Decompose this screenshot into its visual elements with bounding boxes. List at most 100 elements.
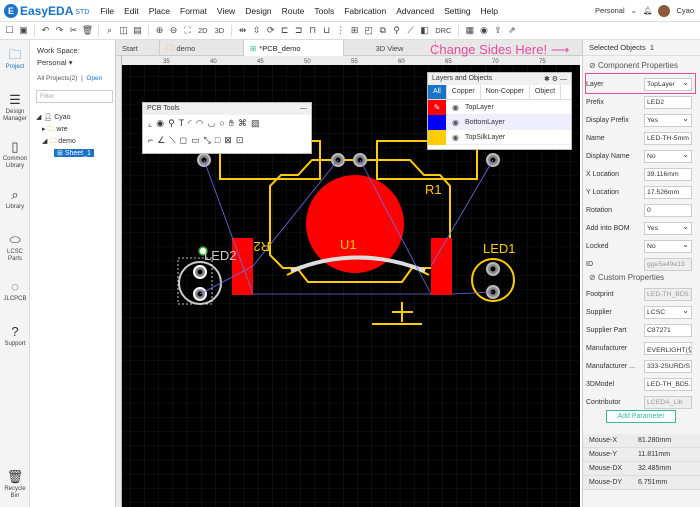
nav-lcsc-parts[interactable]: ⬭ LCSC Parts (0, 232, 30, 263)
measure-icon[interactable]: ⤡ (204, 135, 211, 146)
view-2d-button[interactable]: 2D (196, 25, 210, 36)
design-rule-icon[interactable]: ◫ (118, 25, 129, 36)
hole-icon[interactable]: ⊠ (224, 135, 232, 146)
delete-icon[interactable]: 🗑︎ (82, 25, 93, 36)
tab-3d-view[interactable]: 3D View (344, 40, 436, 56)
pan-icon[interactable]: ✋︎ (229, 118, 234, 129)
nav-recycle-bin[interactable]: 🗑︎ Recycle Bin (0, 469, 30, 500)
property-input[interactable]: EVERLIGHT(亿 (644, 342, 692, 355)
pin-icon[interactable]: ✱ ⚙ — (544, 75, 567, 83)
canvas-settings-icon[interactable]: ▤ (132, 25, 143, 36)
bell-icon[interactable]: 🔔︎ (643, 6, 653, 15)
layers-tab-non-copper[interactable]: Non-Copper (481, 85, 530, 99)
ratsnest-icon[interactable]: ⟋ (405, 25, 416, 36)
open-link[interactable]: Open (86, 75, 102, 82)
track-icon[interactable]: ⌞ (148, 118, 152, 129)
tab-demo[interactable]: 🗀 demo (160, 40, 244, 56)
circle-icon[interactable]: ○ (219, 118, 224, 129)
layer-row-topsilk[interactable]: ◉ TopSilkLayer (428, 129, 571, 145)
property-input[interactable]: LCEDA_Lib (644, 396, 692, 409)
zoom-in-icon[interactable]: ⊕ (154, 25, 165, 36)
nav-support[interactable]: ? Support (0, 324, 30, 348)
view-3d-button[interactable]: 3D (213, 25, 227, 36)
text-icon[interactable]: T (179, 118, 185, 129)
workspace-select[interactable]: Personal ▾ (37, 58, 72, 67)
tree-sheet[interactable]: ⊞ Sheet_1 (54, 149, 94, 157)
property-input[interactable]: 0 (644, 204, 692, 217)
redo-icon[interactable]: ↷ (54, 25, 65, 36)
menu-setting[interactable]: Setting (439, 6, 475, 16)
property-input[interactable]: 17.526mm (644, 186, 692, 199)
new-icon[interactable]: ☐ (4, 25, 15, 36)
property-input[interactable]: C87271 (644, 324, 692, 337)
copper-area-icon[interactable]: ◻ (180, 135, 187, 146)
menu-file[interactable]: File (95, 6, 119, 16)
bom-icon[interactable]: ▦ (464, 25, 475, 36)
undo-icon[interactable]: ↶ (40, 25, 51, 36)
minimize-icon[interactable]: — (300, 105, 307, 113)
nav-project[interactable]: 🗀 Project (0, 47, 30, 71)
gerber-icon[interactable]: ◉ (478, 25, 489, 36)
nav-design-manager[interactable]: ☰ Design Manager (0, 92, 30, 123)
rectangle-icon[interactable]: □ (215, 135, 220, 146)
filter-input[interactable]: Filter (36, 90, 113, 103)
layer-row-bottom[interactable]: ◉ BottomLayer (428, 114, 571, 130)
export-icon[interactable]: ⇪ (492, 25, 503, 36)
tree-project-demo[interactable]: ◢ 🗀 demo (42, 137, 76, 148)
angle-icon[interactable]: ∠ (157, 135, 165, 146)
menu-route[interactable]: Route (277, 6, 310, 16)
flip-vertical-icon[interactable]: ⇳ (251, 25, 262, 36)
menu-fabrication[interactable]: Fabrication (339, 6, 391, 16)
layers-tab-all[interactable]: All (428, 85, 447, 99)
property-select[interactable]: No (644, 240, 692, 253)
menu-help[interactable]: Help (476, 6, 503, 16)
tree-user[interactable]: ◢ 👤︎ Cyao (36, 113, 71, 121)
nav-jlcpcb[interactable]: ◌ JLCPCB (0, 279, 30, 303)
image-icon[interactable]: ▨ (251, 118, 260, 129)
layers-tab-object[interactable]: Object (530, 85, 562, 99)
eye-icon[interactable]: ◉ (452, 118, 459, 127)
property-input[interactable]: LED2 (644, 96, 692, 109)
tab-start[interactable]: Start (116, 40, 160, 56)
eye-icon[interactable]: ◉ (452, 103, 459, 112)
component-properties-header[interactable]: ⊘ Component Properties (583, 58, 700, 73)
layers-tab-copper[interactable]: Copper (447, 85, 481, 99)
dimension-icon[interactable]: ⌐ (148, 135, 153, 146)
menu-advanced[interactable]: Advanced (391, 6, 439, 16)
property-input[interactable]: 333-2SURD/S (644, 360, 692, 373)
layer-row-top[interactable]: ✎ ◉ TopLayer (428, 99, 571, 115)
cut-icon[interactable]: ✂ (68, 25, 79, 36)
align-left-icon[interactable]: ⊏ (279, 25, 290, 36)
chevron-down-icon[interactable]: ⌄ (631, 6, 637, 15)
fit-icon[interactable]: ⛶ (182, 25, 193, 36)
property-select[interactable]: LCSC (644, 306, 692, 319)
property-input[interactable]: 39.116mm (644, 168, 692, 181)
custom-properties-header[interactable]: ⊘ Custom Properties (583, 270, 670, 285)
align-top-icon[interactable]: ⊓ (307, 25, 318, 36)
grid-snap-icon[interactable]: ⊞ (349, 25, 360, 36)
menu-design[interactable]: Design (240, 6, 276, 16)
arc-icon[interactable]: ◜ (188, 118, 192, 129)
save-icon[interactable]: ▣ (18, 25, 29, 36)
share-icon[interactable]: ⇗ (506, 25, 517, 36)
arc-center-icon[interactable]: ◠ (196, 118, 204, 129)
property-select[interactable]: Yes (644, 222, 692, 235)
nav-common-library[interactable]: ▯ Common Library (0, 139, 30, 170)
zoom-out-icon[interactable]: ⊖ (168, 25, 179, 36)
add-parameter-button[interactable]: Add Parameter (606, 410, 676, 423)
menu-place[interactable]: Place (144, 6, 175, 16)
find-icon[interactable]: ⌕ (104, 25, 115, 36)
property-input[interactable]: LED-TH_BD5. (644, 288, 692, 301)
menu-tools[interactable]: Tools (309, 6, 339, 16)
align-right-icon[interactable]: ⊐ (293, 25, 304, 36)
app-logo[interactable]: E EasyEDA STD (4, 3, 89, 18)
pad-icon[interactable]: ◉ (156, 118, 164, 129)
canvas-origin-icon[interactable]: ⊡ (236, 135, 244, 146)
menu-view[interactable]: View (212, 6, 240, 16)
pcb-tools-header[interactable]: PCB Tools — (143, 103, 311, 115)
solid-region-icon[interactable]: ▭ (191, 135, 200, 146)
eye-icon[interactable]: ◉ (452, 133, 459, 142)
drc-button[interactable]: DRC (433, 25, 453, 36)
arc-3point-icon[interactable]: ◡ (208, 118, 216, 129)
layers-header[interactable]: Layers and Objects ✱ ⚙ — (428, 73, 571, 85)
